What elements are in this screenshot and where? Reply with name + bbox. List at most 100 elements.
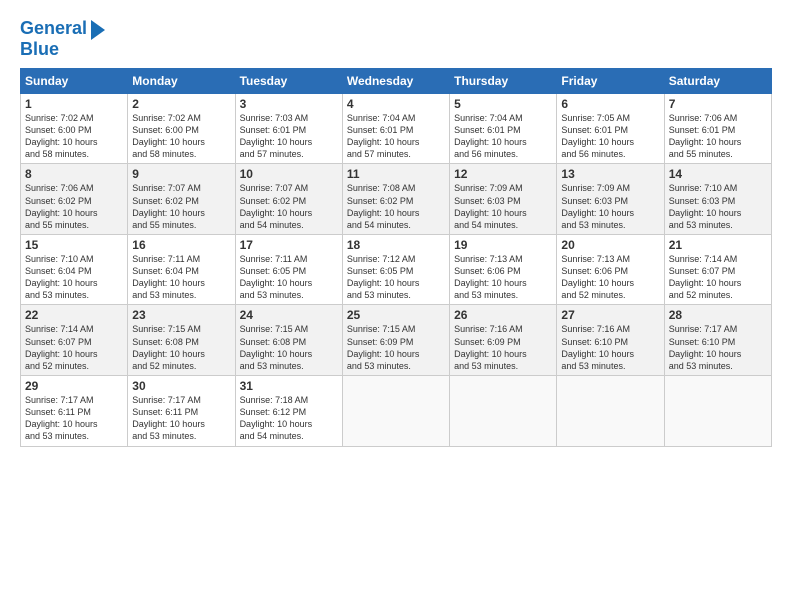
day-cell: 7 Sunrise: 7:06 AM Sunset: 6:01 PM Daylig… [664,93,771,164]
day-cell: 16 Sunrise: 7:11 AM Sunset: 6:04 PM Dayli… [128,234,235,305]
day-info: Sunrise: 7:03 AM Sunset: 6:01 PM Dayligh… [240,113,313,159]
day-number: 24 [240,308,338,322]
column-header-sunday: Sunday [21,68,128,93]
day-cell: 2 Sunrise: 7:02 AM Sunset: 6:00 PM Daylig… [128,93,235,164]
calendar-table: SundayMondayTuesdayWednesdayThursdayFrid… [20,68,772,447]
day-number: 21 [669,238,767,252]
day-number: 25 [347,308,445,322]
day-number: 11 [347,167,445,181]
day-number: 23 [132,308,230,322]
day-info: Sunrise: 7:05 AM Sunset: 6:01 PM Dayligh… [561,113,634,159]
day-cell: 27 Sunrise: 7:16 AM Sunset: 6:10 PM Dayli… [557,305,664,376]
day-number: 28 [669,308,767,322]
day-number: 27 [561,308,659,322]
day-cell: 10Sunrise: 7:07 AM Sunset: 6:02 PM Dayli… [235,164,342,235]
header: General Blue [20,18,772,60]
day-number: 8 [25,167,123,181]
day-info: Sunrise: 7:15 AM Sunset: 6:08 PM Dayligh… [240,324,313,370]
day-info: Sunrise: 7:16 AM Sunset: 6:09 PM Dayligh… [454,324,527,370]
day-info: Sunrise: 7:16 AM Sunset: 6:10 PM Dayligh… [561,324,634,370]
day-cell: 4 Sunrise: 7:04 AM Sunset: 6:01 PM Daylig… [342,93,449,164]
day-info: Sunrise: 7:09 AM Sunset: 6:03 PM Dayligh… [454,183,527,229]
day-info: Sunrise: 7:14 AM Sunset: 6:07 PM Dayligh… [669,254,742,300]
day-cell: 9 Sunrise: 7:07 AM Sunset: 6:02 PM Daylig… [128,164,235,235]
day-info: Sunrise: 7:11 AM Sunset: 6:04 PM Dayligh… [132,254,205,300]
day-info: Sunrise: 7:07 AM Sunset: 6:02 PM Dayligh… [132,183,205,229]
day-info: Sunrise: 7:17 AM Sunset: 6:10 PM Dayligh… [669,324,742,370]
day-number: 16 [132,238,230,252]
day-number: 5 [454,97,552,111]
day-cell: 24 Sunrise: 7:15 AM Sunset: 6:08 PM Dayli… [235,305,342,376]
column-header-friday: Friday [557,68,664,93]
day-number: 14 [669,167,767,181]
day-cell: 17Sunrise: 7:11 AM Sunset: 6:05 PM Dayli… [235,234,342,305]
day-number: 13 [561,167,659,181]
day-info: Sunrise: 7:06 AM Sunset: 6:01 PM Dayligh… [669,113,742,159]
day-cell [342,376,449,447]
day-cell: 31 Sunrise: 7:18 AM Sunset: 6:12 PM Dayli… [235,376,342,447]
logo-text2: Blue [20,40,59,60]
day-info: Sunrise: 7:07 AM Sunset: 6:02 PM Dayligh… [240,183,313,229]
day-cell: 30Sunrise: 7:17 AM Sunset: 6:11 PM Dayli… [128,376,235,447]
day-cell: 23Sunrise: 7:15 AM Sunset: 6:08 PM Dayli… [128,305,235,376]
day-info: Sunrise: 7:14 AM Sunset: 6:07 PM Dayligh… [25,324,98,370]
day-cell: 8Sunrise: 7:06 AM Sunset: 6:02 PM Daylig… [21,164,128,235]
calendar-body: 1Sunrise: 7:02 AM Sunset: 6:00 PM Daylig… [21,93,772,446]
day-number: 31 [240,379,338,393]
day-info: Sunrise: 7:04 AM Sunset: 6:01 PM Dayligh… [454,113,527,159]
day-number: 2 [132,97,230,111]
day-info: Sunrise: 7:13 AM Sunset: 6:06 PM Dayligh… [561,254,634,300]
header-row: SundayMondayTuesdayWednesdayThursdayFrid… [21,68,772,93]
day-cell: 11 Sunrise: 7:08 AM Sunset: 6:02 PM Dayli… [342,164,449,235]
day-info: Sunrise: 7:09 AM Sunset: 6:03 PM Dayligh… [561,183,634,229]
day-cell: 3Sunrise: 7:03 AM Sunset: 6:01 PM Daylig… [235,93,342,164]
day-info: Sunrise: 7:15 AM Sunset: 6:09 PM Dayligh… [347,324,420,370]
week-row-5: 29Sunrise: 7:17 AM Sunset: 6:11 PM Dayli… [21,376,772,447]
week-row-1: 1Sunrise: 7:02 AM Sunset: 6:00 PM Daylig… [21,93,772,164]
column-header-saturday: Saturday [664,68,771,93]
day-cell: 20 Sunrise: 7:13 AM Sunset: 6:06 PM Dayli… [557,234,664,305]
day-number: 12 [454,167,552,181]
day-cell: 12 Sunrise: 7:09 AM Sunset: 6:03 PM Dayli… [450,164,557,235]
day-info: Sunrise: 7:04 AM Sunset: 6:01 PM Dayligh… [347,113,420,159]
day-number: 20 [561,238,659,252]
column-header-monday: Monday [128,68,235,93]
day-cell: 26Sunrise: 7:16 AM Sunset: 6:09 PM Dayli… [450,305,557,376]
day-number: 7 [669,97,767,111]
day-cell: 15Sunrise: 7:10 AM Sunset: 6:04 PM Dayli… [21,234,128,305]
day-cell: 13 Sunrise: 7:09 AM Sunset: 6:03 PM Dayli… [557,164,664,235]
day-number: 22 [25,308,123,322]
day-number: 30 [132,379,230,393]
column-header-wednesday: Wednesday [342,68,449,93]
day-cell [450,376,557,447]
day-info: Sunrise: 7:10 AM Sunset: 6:04 PM Dayligh… [25,254,98,300]
day-number: 19 [454,238,552,252]
day-info: Sunrise: 7:02 AM Sunset: 6:00 PM Dayligh… [132,113,205,159]
day-cell: 14Sunrise: 7:10 AM Sunset: 6:03 PM Dayli… [664,164,771,235]
day-number: 9 [132,167,230,181]
day-number: 18 [347,238,445,252]
day-info: Sunrise: 7:02 AM Sunset: 6:00 PM Dayligh… [25,113,98,159]
day-cell: 28 Sunrise: 7:17 AM Sunset: 6:10 PM Dayli… [664,305,771,376]
day-info: Sunrise: 7:11 AM Sunset: 6:05 PM Dayligh… [240,254,313,300]
day-cell: 5 Sunrise: 7:04 AM Sunset: 6:01 PM Daylig… [450,93,557,164]
day-cell: 25 Sunrise: 7:15 AM Sunset: 6:09 PM Dayli… [342,305,449,376]
week-row-2: 8Sunrise: 7:06 AM Sunset: 6:02 PM Daylig… [21,164,772,235]
day-cell: 21 Sunrise: 7:14 AM Sunset: 6:07 PM Dayli… [664,234,771,305]
day-number: 4 [347,97,445,111]
day-info: Sunrise: 7:08 AM Sunset: 6:02 PM Dayligh… [347,183,420,229]
week-row-3: 15Sunrise: 7:10 AM Sunset: 6:04 PM Dayli… [21,234,772,305]
day-cell: 1Sunrise: 7:02 AM Sunset: 6:00 PM Daylig… [21,93,128,164]
logo-arrow-icon [91,20,105,40]
column-header-tuesday: Tuesday [235,68,342,93]
logo: General Blue [20,18,105,60]
day-info: Sunrise: 7:18 AM Sunset: 6:12 PM Dayligh… [240,395,313,441]
day-number: 29 [25,379,123,393]
column-header-thursday: Thursday [450,68,557,93]
day-cell: 18 Sunrise: 7:12 AM Sunset: 6:05 PM Dayli… [342,234,449,305]
day-info: Sunrise: 7:13 AM Sunset: 6:06 PM Dayligh… [454,254,527,300]
week-row-4: 22 Sunrise: 7:14 AM Sunset: 6:07 PM Dayli… [21,305,772,376]
day-cell [664,376,771,447]
day-info: Sunrise: 7:12 AM Sunset: 6:05 PM Dayligh… [347,254,420,300]
logo-text: General [20,19,87,39]
